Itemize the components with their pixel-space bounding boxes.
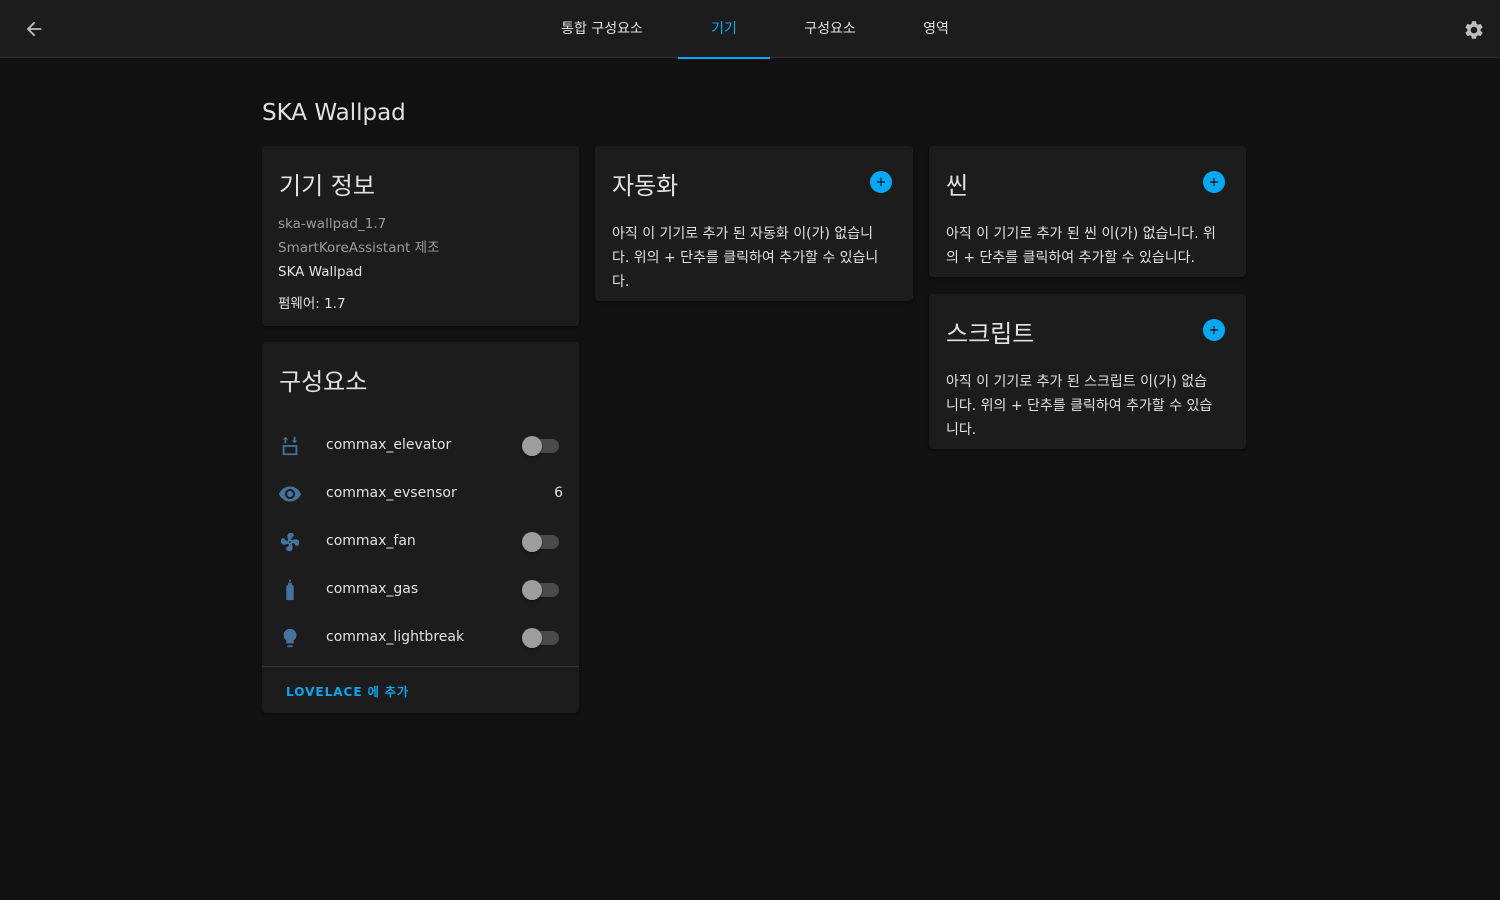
entity-state: 6 <box>554 485 563 501</box>
device-firmware: 펌웨어: 1.7 <box>278 296 346 312</box>
script-text-line: 니다. <box>946 422 977 438</box>
scene-title: 씬 <box>946 172 969 200</box>
scene-text-line: 의 + 단추를 클릭하여 추가할 수 있습니다. <box>946 250 1195 266</box>
device-model: ska-wallpad_1.7 <box>278 216 387 232</box>
settings-button[interactable] <box>1460 16 1488 44</box>
add-to-lovelace-button[interactable]: LOVELACE 에 추가 <box>286 683 409 700</box>
fan-toggle[interactable] <box>522 532 559 552</box>
elevator-icon <box>278 434 302 458</box>
entity-row-evsensor[interactable]: commax_evsensor 6 <box>262 470 579 518</box>
add-script-button[interactable] <box>1203 319 1225 341</box>
automation-card: 자동화 아직 이 기기로 추가 된 자동화 이(가) 없습니 다. 위의 + 단… <box>595 146 913 301</box>
top-app-bar: 통합 구성요소 기기 구성요소 영역 <box>0 0 1500 59</box>
device-manufacturer: SmartKoreAssistant 제조 <box>278 240 440 256</box>
device-name: SKA Wallpad <box>278 264 363 280</box>
entity-row-fan[interactable]: commax_fan <box>262 518 579 566</box>
scene-card: 씬 아직 이 기기로 추가 된 씬 이(가) 없습니다. 위 의 + 단추를 클… <box>929 146 1246 277</box>
entity-name: commax_evsensor <box>326 485 457 501</box>
entity-name: commax_gas <box>326 581 419 597</box>
entity-row-elevator[interactable]: commax_elevator <box>262 422 579 470</box>
script-text-line: 아직 이 기기로 추가 된 스크립트 이(가) 없습 <box>946 374 1208 390</box>
plus-icon <box>876 177 886 187</box>
entities-card: 구성요소 commax_elevator commax_evsensor 6 c… <box>262 342 579 713</box>
entity-name: commax_lightbreak <box>326 629 465 645</box>
elevator-toggle[interactable] <box>522 436 559 456</box>
gear-icon <box>1465 21 1483 39</box>
gas-toggle[interactable] <box>522 580 559 600</box>
automation-text-line: 다. 위의 + 단추를 클릭하여 추가할 수 있습니 <box>612 250 879 266</box>
script-card: 스크립트 아직 이 기기로 추가 된 스크립트 이(가) 없습 니다. 위의 +… <box>929 294 1246 449</box>
lightbreak-toggle[interactable] <box>522 628 559 648</box>
tab-integrations[interactable]: 통합 구성요소 <box>546 0 658 58</box>
entities-title: 구성요소 <box>279 368 368 396</box>
automation-empty-text: 아직 이 기기로 추가 된 자동화 이(가) 없습니 다. 위의 + 단추를 클… <box>612 222 878 294</box>
page-title: SKA Wallpad <box>262 100 406 126</box>
script-empty-text: 아직 이 기기로 추가 된 스크립트 이(가) 없습 니다. 위의 + 단추를 … <box>946 370 1212 442</box>
eye-icon <box>278 482 302 506</box>
entity-name: commax_elevator <box>326 437 452 453</box>
automation-text-line: 다. <box>612 274 630 290</box>
scene-text-line: 아직 이 기기로 추가 된 씬 이(가) 없습니다. 위 <box>946 226 1216 242</box>
automation-title: 자동화 <box>612 172 679 200</box>
entity-name: commax_fan <box>326 533 416 549</box>
plus-icon <box>1209 325 1219 335</box>
script-title: 스크립트 <box>946 320 1035 348</box>
entity-row-lightbreak[interactable]: commax_lightbreak <box>262 614 579 662</box>
device-info-card: 기기 정보 ska-wallpad_1.7 SmartKoreAssistant… <box>262 146 579 326</box>
script-text-line: 니다. 위의 + 단추를 클릭하여 추가할 수 있습 <box>946 398 1213 414</box>
lightbulb-icon <box>278 626 302 650</box>
add-automation-button[interactable] <box>870 171 892 193</box>
entity-row-gas[interactable]: commax_gas <box>262 566 579 614</box>
tab-devices[interactable]: 기기 <box>678 0 770 59</box>
plus-icon <box>1209 177 1219 187</box>
tab-entities[interactable]: 구성요소 <box>788 0 872 58</box>
add-scene-button[interactable] <box>1203 171 1225 193</box>
tab-bar: 통합 구성요소 기기 구성요소 영역 <box>0 0 1500 59</box>
gas-cylinder-icon <box>278 578 302 602</box>
device-info-title: 기기 정보 <box>279 172 375 200</box>
tab-areas[interactable]: 영역 <box>906 0 966 58</box>
card-actions: LOVELACE 에 추가 <box>262 666 579 713</box>
fan-icon <box>278 530 302 554</box>
scene-empty-text: 아직 이 기기로 추가 된 씬 이(가) 없습니다. 위 의 + 단추를 클릭하… <box>946 222 1216 270</box>
automation-text-line: 아직 이 기기로 추가 된 자동화 이(가) 없습니 <box>612 226 874 242</box>
